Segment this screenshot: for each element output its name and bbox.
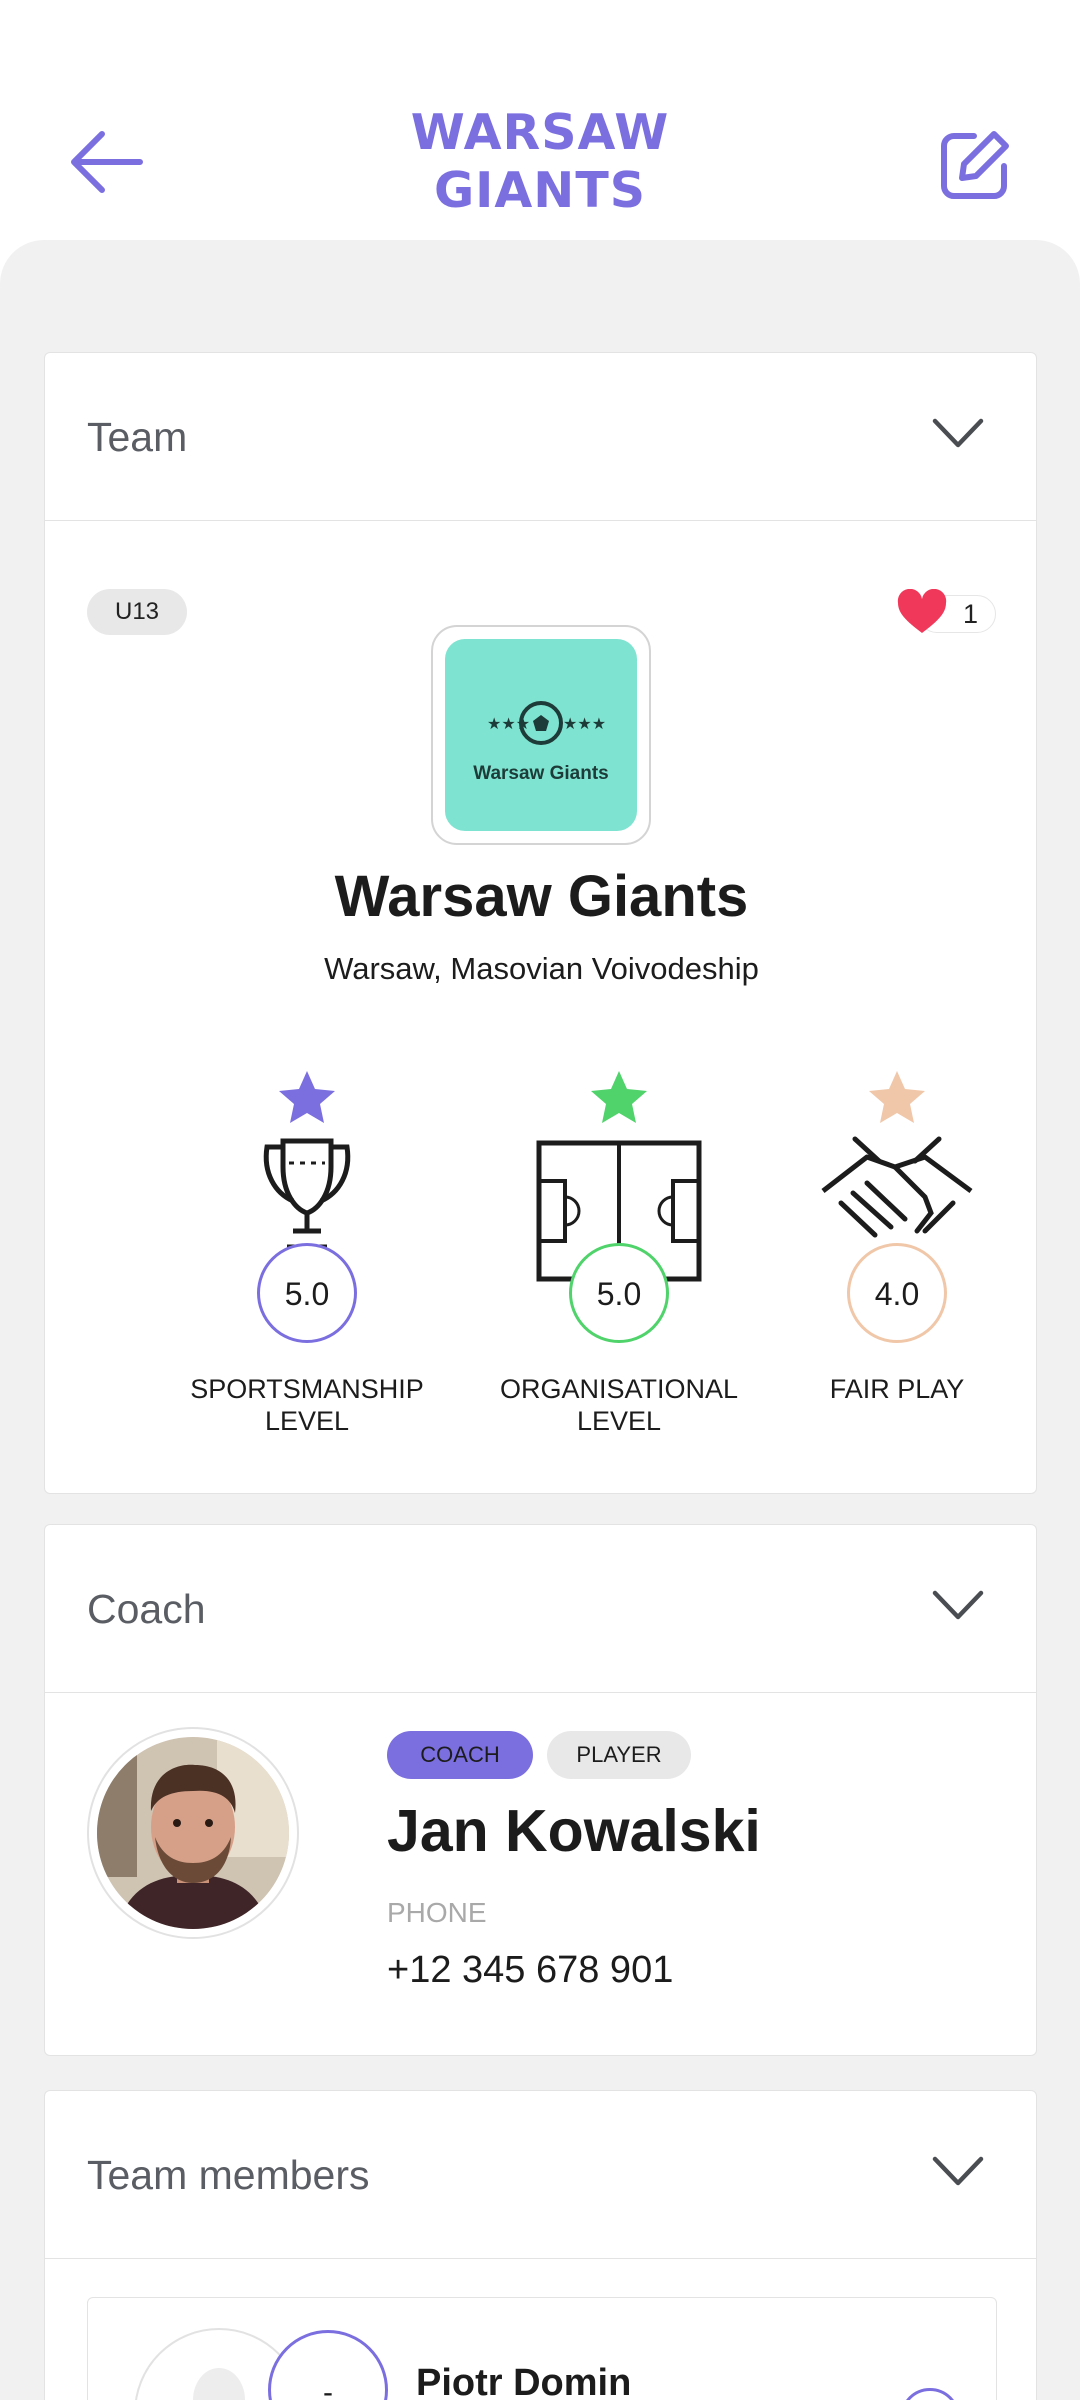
sportsmanship-label-line2: LEVEL	[264, 1406, 350, 1436]
team-members-section-header[interactable]: Team members	[45, 2091, 1036, 2259]
team-name: Warsaw Giants	[334, 864, 749, 929]
team-logo-image: ★★★ ★★★ Warsaw Giants	[445, 639, 637, 831]
team-location: Warsaw, Masovian Voivodeship	[324, 951, 759, 986]
role-badge-coach: COACH	[387, 1731, 533, 1779]
page-title-line1: WARSAW	[410, 104, 670, 161]
soccer-ball-icon: ★★★ ★★★	[487, 701, 606, 745]
app-header: WARSAW GIANTS	[0, 0, 1080, 240]
organisational-score: 5.0	[569, 1243, 669, 1343]
stat-organisational: 5.0 ORGANISATIONAL LEVEL	[479, 1063, 759, 1463]
organisational-label: ORGANISATIONAL LEVEL	[459, 1373, 779, 1437]
phone-number[interactable]: +12 345 678 901	[387, 1949, 673, 1992]
organisational-label-line2: LEVEL	[576, 1406, 662, 1436]
coach-card: Coach COACH PLAYER Jan Kowalski PHONE +1…	[44, 1524, 1037, 2056]
team-members-card: Team members - Piotr Domin	[44, 2090, 1037, 2400]
content-area: Team U13 1 ★★★ ★★★ Warsaw Giants Warsaw …	[0, 240, 1080, 2400]
sportsmanship-score: 5.0	[257, 1243, 357, 1343]
chevron-down-icon	[932, 418, 984, 448]
phone-label: PHONE	[387, 1897, 487, 1928]
sportsmanship-label-line1: SPORTSMANSHIP	[190, 1374, 424, 1404]
team-card: Team U13 1 ★★★ ★★★ Warsaw Giants Warsaw …	[44, 352, 1037, 1494]
fair-play-score: 4.0	[847, 1243, 947, 1343]
age-group-badge: U13	[87, 589, 187, 635]
team-section-header[interactable]: Team	[45, 353, 1036, 521]
organisational-label-line1: ORGANISATIONAL	[499, 1374, 739, 1404]
list-item[interactable]: - Piotr Domin	[87, 2297, 997, 2400]
star-icon	[869, 1071, 925, 1123]
member-name: Piotr Domin	[416, 2362, 632, 2400]
back-button[interactable]	[62, 122, 152, 202]
team-members-section-title: Team members	[87, 2152, 370, 2198]
svg-text:★★★: ★★★	[563, 714, 606, 733]
likes-count: 1	[962, 599, 978, 629]
coach-name: Jan Kowalski	[387, 1798, 761, 1864]
edit-button[interactable]	[936, 128, 1012, 204]
edit-icon	[941, 131, 1009, 199]
stat-fair-play: 4.0 FAIR PLAY	[757, 1063, 1036, 1463]
team-logo-text: Warsaw Giants	[473, 763, 609, 784]
page-title-line2: GIANTS	[433, 162, 647, 219]
team-section-title: Team	[87, 414, 188, 460]
page-title: WARSAW GIANTS	[300, 104, 780, 220]
star-icon	[279, 1071, 335, 1123]
role-badge-player: PLAYER	[547, 1731, 691, 1779]
fair-play-label-line1: FAIR PLAY	[829, 1374, 965, 1404]
stat-sportsmanship: 5.0 SPORTSMANSHIP LEVEL	[167, 1063, 447, 1463]
coach-avatar	[87, 1727, 299, 1939]
member-action-button[interactable]	[900, 2388, 960, 2400]
coach-section-header[interactable]: Coach	[45, 1525, 1036, 1693]
chevron-down-icon	[932, 2156, 984, 2186]
star-icon	[591, 1071, 647, 1123]
arrow-left-icon	[71, 131, 143, 193]
likes-counter[interactable]: 1	[896, 589, 996, 637]
fair-play-label: FAIR PLAY	[737, 1373, 1036, 1405]
heart-icon[interactable]	[896, 589, 948, 637]
coach-section-title: Coach	[87, 1586, 206, 1632]
sportsmanship-label: SPORTSMANSHIP LEVEL	[147, 1373, 467, 1437]
coach-photo	[97, 1737, 289, 1929]
chevron-down-icon	[932, 1590, 984, 1620]
team-logo: ★★★ ★★★ Warsaw Giants	[431, 625, 651, 845]
